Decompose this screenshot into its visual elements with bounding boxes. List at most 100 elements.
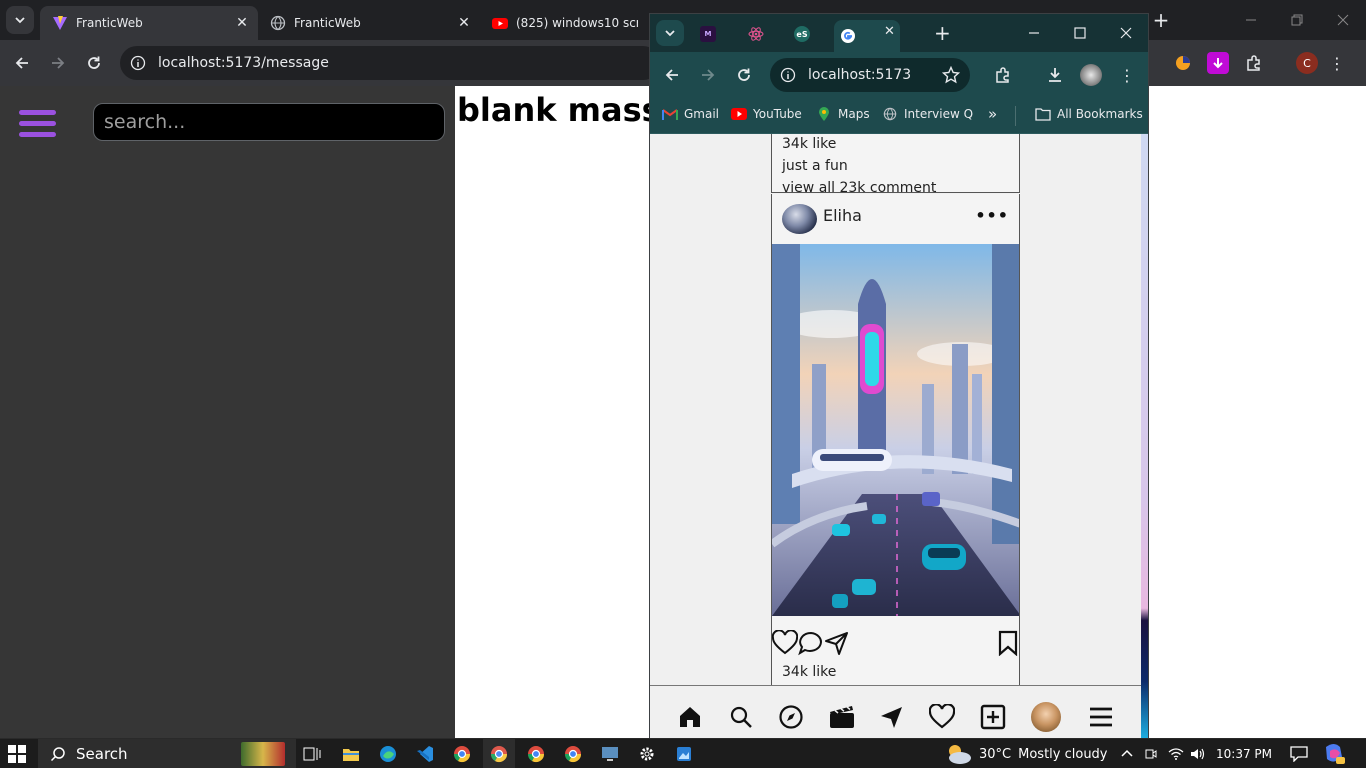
reload-button[interactable]: [80, 49, 108, 77]
vscode-icon[interactable]: [415, 744, 435, 764]
heart-icon[interactable]: [929, 704, 955, 730]
extensions-puzzle-icon[interactable]: [1243, 52, 1265, 74]
send-message-icon[interactable]: [879, 704, 905, 730]
explore-compass-icon[interactable]: [778, 704, 804, 730]
chrome-icon[interactable]: [452, 744, 472, 764]
chrome-profile-icon[interactable]: [563, 744, 583, 764]
close-window-button[interactable]: [1120, 24, 1132, 43]
edge-icon[interactable]: [378, 744, 398, 764]
settings-gear-icon[interactable]: [637, 744, 657, 764]
bookmark-youtube[interactable]: YouTube: [731, 107, 802, 121]
popup-tab-3[interactable]: eS: [788, 20, 816, 48]
bookmark-label: All Bookmarks: [1057, 107, 1143, 121]
popup-address-bar[interactable]: localhost:5173: [770, 58, 970, 92]
hamburger-menu-icon[interactable]: [19, 110, 56, 138]
search-highlight-image: [241, 742, 285, 766]
weather-widget[interactable]: 30°C Mostly cloudy: [944, 739, 1108, 768]
meet-now-icon[interactable]: [1144, 747, 1158, 761]
avatar[interactable]: [782, 204, 817, 234]
notifications-icon[interactable]: [1290, 746, 1308, 762]
heart-icon[interactable]: [772, 630, 798, 656]
bookmark-interview-q[interactable]: Interview Q: [882, 107, 973, 121]
address-bar[interactable]: localhost:5173/message: [120, 46, 660, 80]
back-button[interactable]: [658, 61, 686, 89]
profile-avatar[interactable]: [1080, 64, 1102, 86]
reload-button[interactable]: [730, 61, 758, 89]
minimize-button[interactable]: [1028, 24, 1040, 43]
weather-temp: 30°C: [979, 746, 1012, 762]
post-username[interactable]: Eliha: [823, 206, 862, 225]
arrow-right-icon: [702, 69, 715, 81]
address-url: localhost:5173/message: [158, 55, 329, 71]
scrollbar[interactable]: [1141, 134, 1148, 740]
extensions-puzzle-icon[interactable]: [992, 64, 1014, 86]
file-explorer-icon[interactable]: [341, 744, 361, 764]
search-input[interactable]: [93, 103, 445, 141]
downloads-icon[interactable]: [1044, 64, 1066, 86]
bookmarks-overflow-button[interactable]: »: [988, 105, 997, 123]
arrow-right-icon: [52, 57, 65, 69]
extension-orange-icon[interactable]: [1172, 52, 1194, 74]
maximize-button[interactable]: [1074, 24, 1086, 43]
tab-franticweb[interactable]: FranticWeb ✕: [258, 6, 480, 40]
reels-clapper-icon[interactable]: [829, 704, 855, 730]
site-info-icon[interactable]: [130, 55, 146, 71]
start-button[interactable]: [8, 745, 26, 767]
chrome-icon[interactable]: [526, 744, 546, 764]
bookmark-star-icon[interactable]: [942, 66, 960, 84]
forward-button[interactable]: [694, 61, 722, 89]
all-bookmarks-button[interactable]: All Bookmarks: [1035, 107, 1143, 121]
photos-app-icon[interactable]: [674, 744, 694, 764]
profile-avatar[interactable]: [1031, 702, 1061, 732]
menu-icon[interactable]: [1088, 704, 1114, 730]
wifi-icon[interactable]: [1168, 747, 1184, 761]
tab-search-button[interactable]: [6, 6, 34, 34]
browser-menu-icon[interactable]: ⋮: [1116, 64, 1138, 86]
profile-avatar[interactable]: C: [1296, 52, 1318, 74]
volume-icon[interactable]: [1190, 747, 1206, 761]
back-button[interactable]: [8, 49, 36, 77]
show-hidden-icons-icon[interactable]: [1120, 747, 1134, 761]
downloader-extension-icon[interactable]: [1207, 52, 1229, 74]
create-post-icon[interactable]: [980, 704, 1006, 730]
search-icon[interactable]: [728, 704, 754, 730]
comment-icon[interactable]: [798, 630, 824, 656]
close-icon[interactable]: ✕: [884, 24, 895, 39]
tab-franticweb-active[interactable]: FranticWeb ✕: [40, 6, 258, 40]
likes-count: 34k like: [782, 664, 837, 680]
bookmark-gmail[interactable]: Gmail: [662, 107, 719, 121]
remote-desktop-icon[interactable]: [600, 744, 620, 764]
home-icon[interactable]: [677, 704, 703, 730]
chrome-icon-active[interactable]: [483, 739, 515, 768]
close-window-button[interactable]: [1320, 0, 1366, 40]
minimize-button[interactable]: [1228, 0, 1274, 40]
clock-time[interactable]: 10:37 PM: [1216, 747, 1272, 761]
post-caption: just a fun: [782, 158, 848, 174]
bottom-navigation: [650, 685, 1141, 740]
copilot-icon[interactable]: [1322, 743, 1346, 765]
post-actions: 34k like: [771, 616, 1020, 686]
site-info-icon[interactable]: [780, 67, 796, 83]
popup-tab-active[interactable]: ✕: [834, 20, 900, 52]
chevron-down-icon: [15, 17, 25, 24]
post-image[interactable]: [771, 244, 1020, 616]
app-sidebar: [0, 86, 455, 738]
taskbar-search-box[interactable]: Search: [38, 739, 296, 768]
tab-youtube[interactable]: (825) windows10 screens: [480, 6, 650, 40]
tab-search-button[interactable]: [656, 20, 684, 46]
new-tab-button[interactable]: +: [1150, 9, 1172, 31]
close-icon[interactable]: ✕: [456, 15, 472, 31]
more-options-icon[interactable]: •••: [975, 206, 1009, 225]
popup-tab-1[interactable]: M: [694, 20, 722, 48]
new-tab-button[interactable]: +: [934, 21, 951, 45]
popup-tab-2[interactable]: [742, 20, 770, 48]
forward-button[interactable]: [44, 49, 72, 77]
share-icon[interactable]: [824, 630, 850, 656]
bookmark-maps[interactable]: Maps: [816, 107, 870, 121]
close-icon[interactable]: ✕: [234, 15, 250, 31]
restore-button[interactable]: [1274, 0, 1320, 40]
task-view-icon[interactable]: [302, 744, 322, 764]
bookmark-icon[interactable]: [995, 630, 1021, 656]
restore-icon: [1291, 14, 1303, 26]
browser-menu-icon[interactable]: ⋮: [1326, 52, 1348, 74]
